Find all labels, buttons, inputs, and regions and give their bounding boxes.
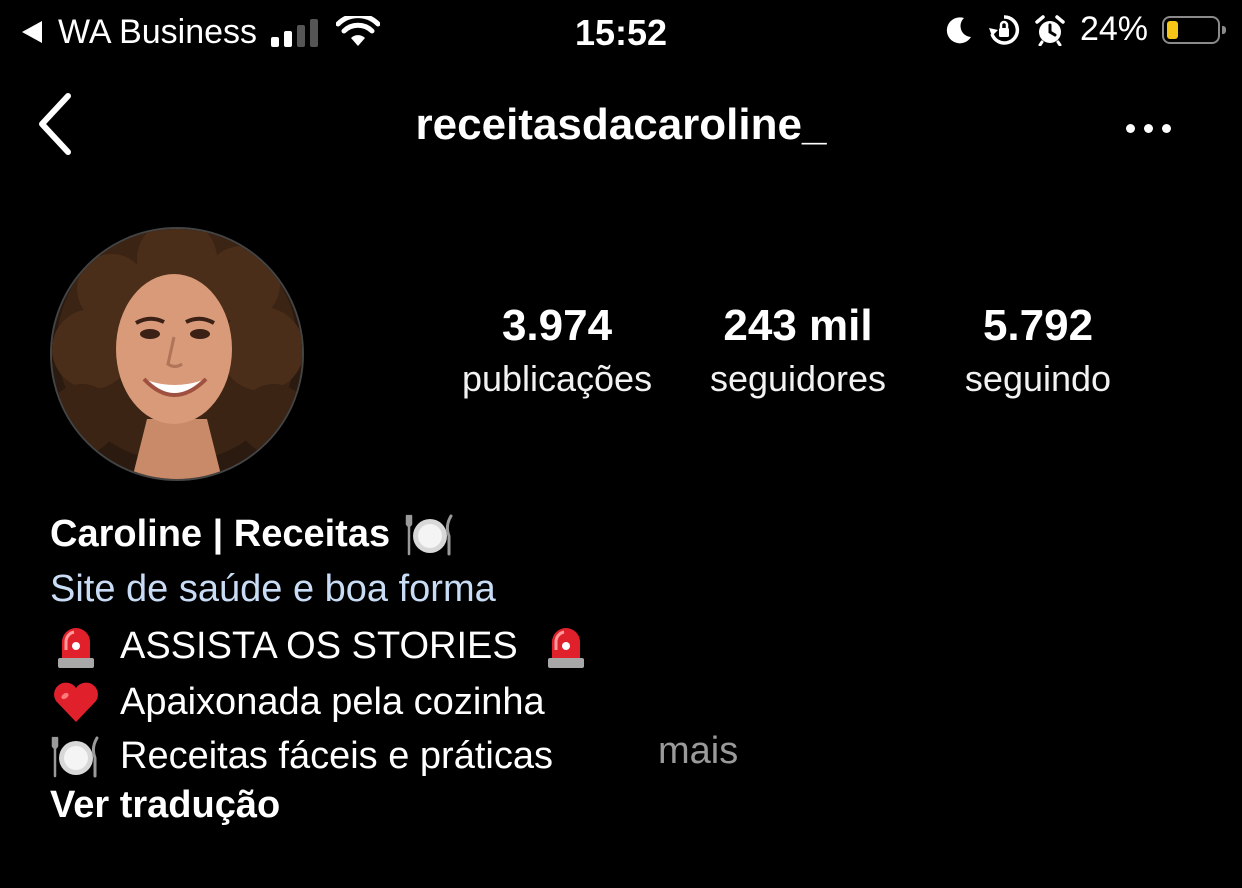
following-count: 5.792 [982,301,1094,350]
status-bar-right: 24% [944,10,1226,49]
siren-emoji [547,628,584,668]
posts-count: 3.974 [501,301,613,350]
followers-stat[interactable]: 243 mil seguidores [688,298,908,404]
bio-line-text: Apaixonada pela cozinha [120,680,545,723]
avatar[interactable] [50,227,304,481]
fork-knife-plate-emoji [51,736,99,778]
red-heart-emoji [54,682,98,722]
siren-emoji [58,628,94,668]
battery-percent: 24% [1079,10,1148,48]
moon-icon [946,16,971,43]
battery-fill [1167,20,1178,39]
more-horizontal-icon [1125,123,1135,133]
following-label: seguindo [964,358,1112,399]
posts-stat[interactable]: 3.974 publicações [448,298,666,404]
bio-line: Apaixonada pela cozinha [50,676,545,728]
display-name-row: Caroline | Receitas [50,508,456,560]
profile-username: receitasdacaroline_ [415,100,827,149]
bio-line-text: ASSISTA OS STORIES [120,624,518,667]
profile-photo [52,229,302,479]
profile-category[interactable]: Site de saúde e boa forma [50,568,496,611]
see-translation-link[interactable]: Ver tradução [50,784,280,827]
followers-label: seguidores [709,358,887,399]
alarm-icon [1035,14,1065,46]
followers-count: 243 mil [723,301,873,350]
bio-more-link[interactable]: mais [658,730,738,773]
bio-line: Receitas fáceis e práticas [50,730,553,782]
battery-icon [1162,15,1226,44]
more-options-button[interactable] [1118,110,1178,146]
bio-line-text: Receitas fáceis e práticas [120,734,553,777]
posts-label: publicações [461,358,653,399]
following-stat[interactable]: 5.792 seguindo [938,298,1138,404]
display-name: Caroline | Receitas [50,512,391,555]
bio-line: ASSISTA OS STORIES [50,620,592,672]
orientation-lock-icon [988,14,1020,45]
fork-knife-plate-emoji [405,514,453,556]
